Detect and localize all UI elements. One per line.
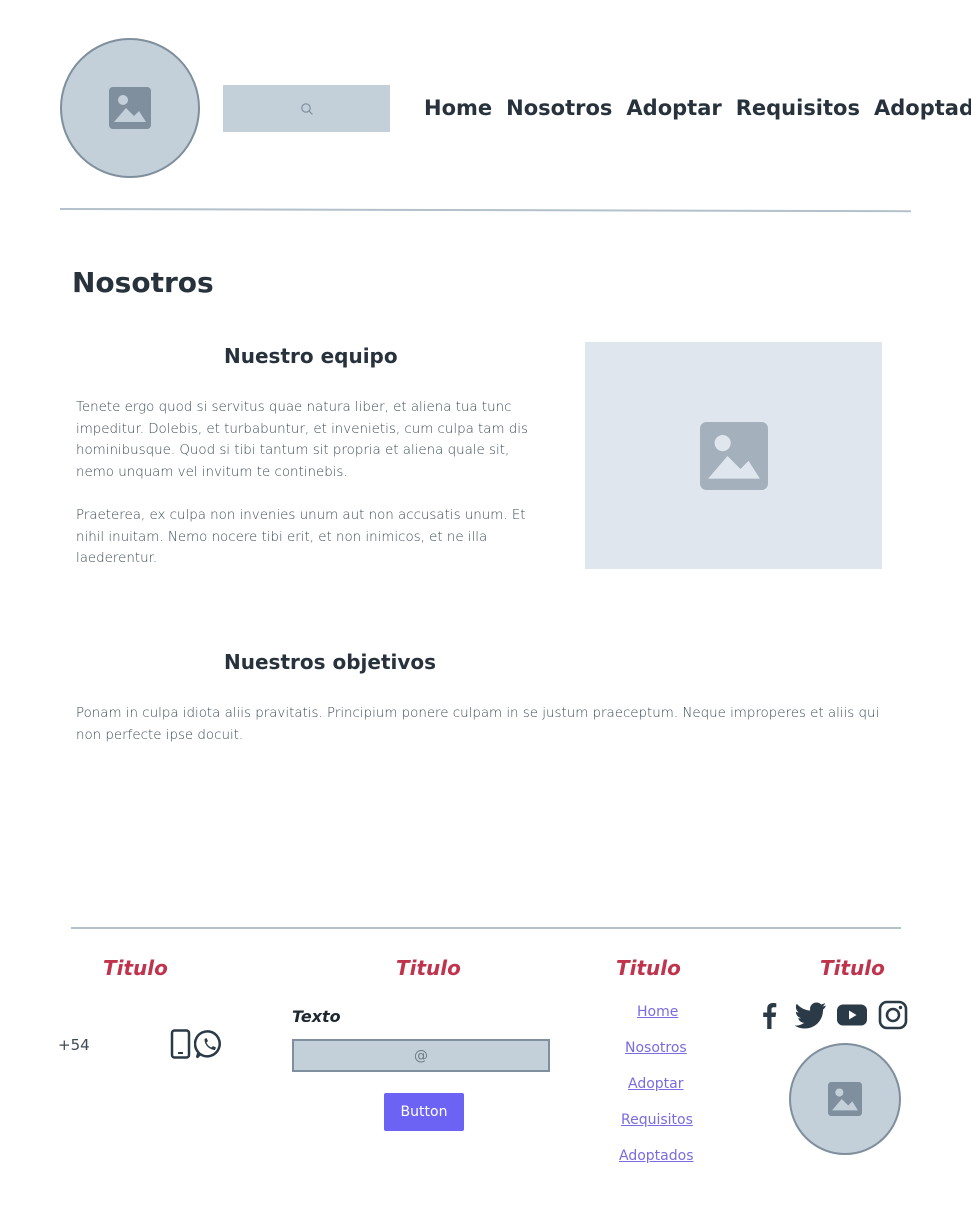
nav-home[interactable]: Home [424,96,492,120]
objectives-paragraph: Ponam in culpa idiota aliis pravitatis. … [76,706,880,743]
header-divider [59,208,911,213]
main-nav: Home Nosotros Adoptar Requisitos Adoptad… [424,96,971,120]
search-icon [300,102,313,115]
phone-number: +54 [58,1036,90,1054]
image-placeholder-icon [109,87,151,129]
footer-link-nosotros[interactable]: Nosotros [625,1040,687,1056]
youtube-icon[interactable] [836,1003,868,1031]
image-placeholder-icon [828,1082,862,1116]
footer-title-4: Titulo [820,956,885,980]
team-title: Nuestro equipo [224,344,398,368]
whatsapp-icon[interactable] [193,1029,225,1064]
facebook-icon[interactable] [760,1001,778,1033]
email-placeholder: @ [414,1047,428,1064]
team-image [585,342,882,569]
footer-link-adoptar[interactable]: Adoptar [628,1076,684,1092]
nav-adoptados[interactable]: Adoptados [874,96,971,120]
submit-button[interactable]: Button [384,1093,464,1131]
email-field[interactable]: @ [292,1039,550,1072]
footer-divider [71,927,901,929]
footer-logo[interactable] [789,1043,901,1155]
footer-title-1: Titulo [103,956,168,980]
twitter-icon[interactable] [794,1001,827,1033]
footer-link-adoptados[interactable]: Adoptados [619,1148,693,1164]
team-paragraph-1: Tenete ergo quod si servitus quae natura… [76,400,528,480]
footer-title-3: Titulo [616,956,681,980]
mobile-phone-icon[interactable] [170,1029,192,1063]
footer-link-requisitos[interactable]: Requisitos [621,1112,693,1128]
nav-nosotros[interactable]: Nosotros [506,96,612,120]
team-paragraph-2: Praeterea, ex culpa non invenies unum au… [76,508,526,566]
objectives-title: Nuestros objetivos [224,650,437,674]
logo[interactable] [60,38,200,178]
image-placeholder-icon [699,421,768,490]
footer-link-home[interactable]: Home [637,1004,678,1020]
page-title: Nosotros [72,266,214,299]
instagram-icon[interactable] [878,1000,908,1034]
newsletter-label: Texto [292,1007,341,1026]
nav-requisitos[interactable]: Requisitos [736,96,860,120]
nav-adoptar[interactable]: Adoptar [626,96,721,120]
search-input[interactable] [223,85,390,132]
footer-title-2: Titulo [396,956,461,980]
